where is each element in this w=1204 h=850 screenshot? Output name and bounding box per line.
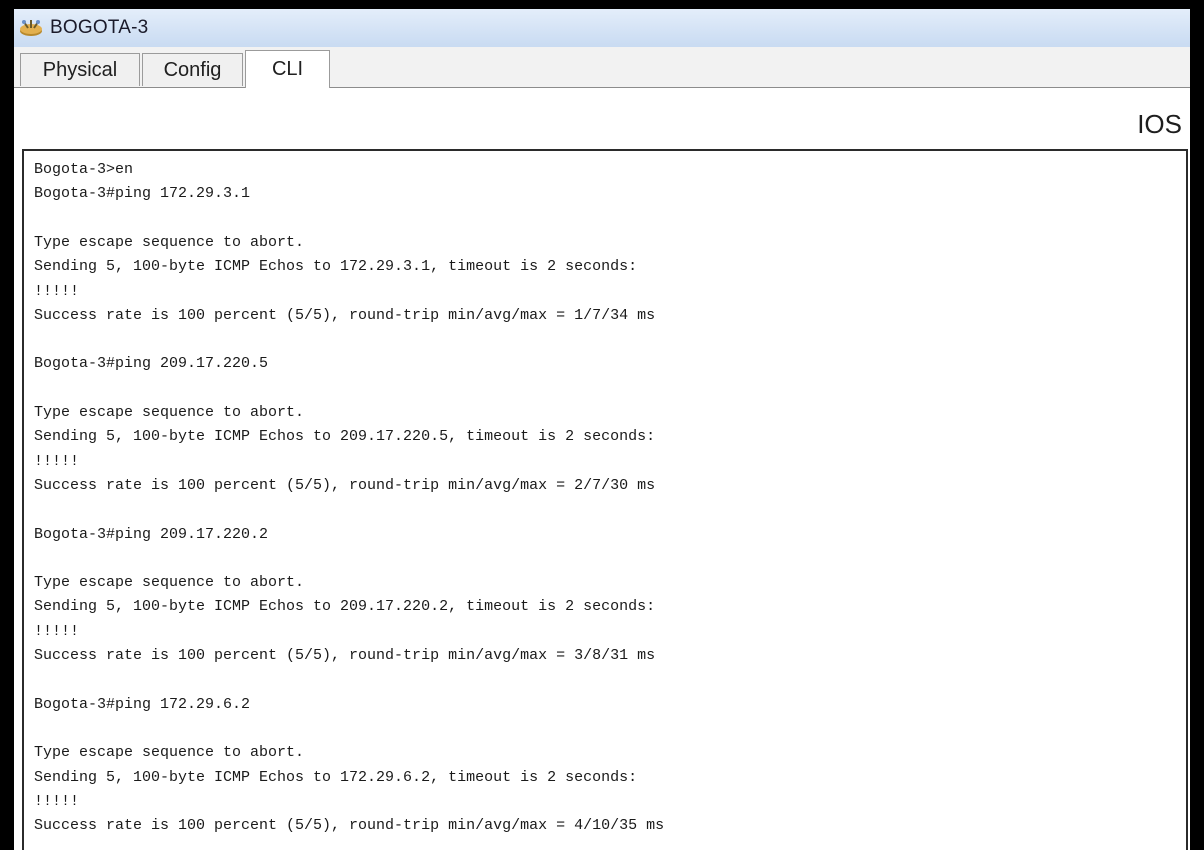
console-line: Bogota-3>en bbox=[34, 161, 134, 178]
console-line: Sending 5, 100-byte ICMP Echos to 209.17… bbox=[34, 598, 656, 616]
console-line: !!!!! bbox=[34, 622, 80, 640]
ios-label: IOS bbox=[1137, 109, 1182, 139]
tab-config[interactable]: Config bbox=[142, 53, 243, 86]
console-line: Bogota-3#ping 172.29.6.2 bbox=[34, 695, 251, 713]
cli-console[interactable]: Bogota-3>en Bogota-3#ping 172.29.3.1 Type … bbox=[22, 149, 1188, 850]
console-line: Type escape sequence to abort. bbox=[34, 744, 305, 762]
console-line: Sending 5, 100-byte ICMP Echos to 209.17… bbox=[34, 428, 656, 446]
console-line: Type escape sequence to abort. bbox=[34, 404, 305, 421]
tab-physical[interactable]: Physical bbox=[20, 53, 140, 86]
console-line: Bogota-3#ping 209.17.220.5 bbox=[34, 355, 269, 373]
window-title: BOGOTA-3 bbox=[50, 17, 149, 38]
console-line: Type escape sequence to abort. bbox=[34, 233, 305, 251]
console-line: Sending 5, 100-byte ICMP Echos to 172.29… bbox=[34, 258, 638, 276]
console-line: Bogota-3#ping 172.29.3.1 bbox=[34, 185, 251, 203]
console-line: Success rate is 100 percent (5/5), round… bbox=[34, 476, 656, 494]
router-window: BOGOTA-3 Physical Config CLI IOS Bogota-… bbox=[14, 9, 1190, 850]
console-line: Bogota-3#ping 209.17.220.2 bbox=[34, 525, 269, 543]
console-line: !!!!! bbox=[34, 452, 80, 470]
router-app-icon bbox=[16, 14, 46, 42]
console-line: Success rate is 100 percent (5/5), round… bbox=[34, 306, 656, 324]
console-line: !!!!! bbox=[34, 282, 80, 300]
console-line: Success rate is 100 percent (5/5), round… bbox=[34, 817, 665, 835]
title-bar[interactable]: BOGOTA-3 bbox=[14, 9, 1190, 47]
tab-bar: Physical Config CLI bbox=[14, 47, 1190, 88]
console-line: !!!!! bbox=[34, 792, 80, 810]
console-line: Type escape sequence to abort. bbox=[34, 574, 305, 592]
tab-cli[interactable]: CLI bbox=[245, 50, 330, 88]
console-line: Success rate is 100 percent (5/5), round… bbox=[34, 647, 656, 664]
console-line: Sending 5, 100-byte ICMP Echos to 172.29… bbox=[34, 768, 638, 786]
